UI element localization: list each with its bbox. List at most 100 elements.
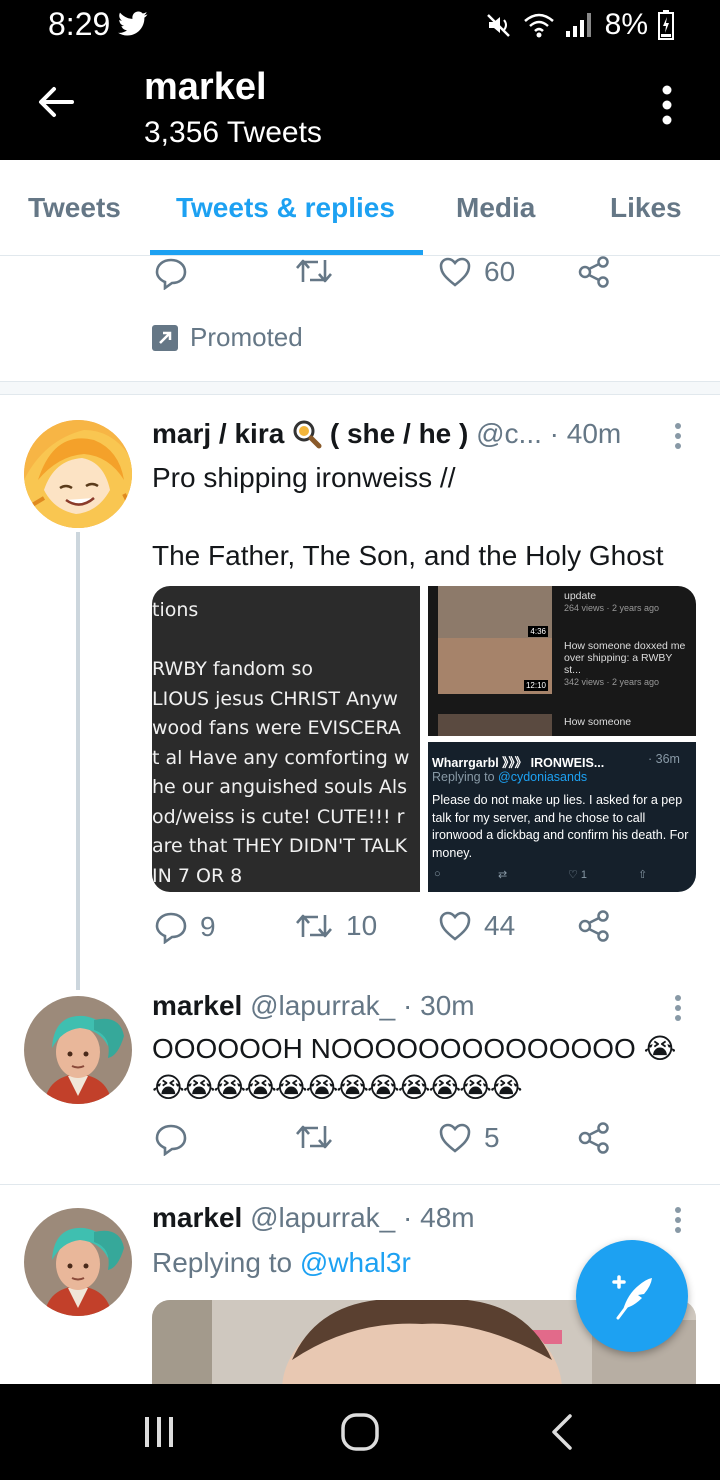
tab-media[interactable]: Media <box>456 192 535 224</box>
promoted-tweet-actions: 60 <box>152 256 632 306</box>
media-text-line: tions <box>152 599 199 621</box>
video-thumbnail: 12:10 <box>438 638 552 694</box>
retweet-count: 10 <box>346 910 378 941</box>
media-text-line: wood fans were EVISCERA <box>152 717 401 739</box>
media-text-line: RWBY fandom so <box>152 658 313 680</box>
home-icon[interactable] <box>340 1412 380 1452</box>
like-button[interactable]: 5 <box>438 1122 500 1154</box>
display-name[interactable]: markel <box>152 990 242 1021</box>
retweet-button[interactable] <box>294 1122 334 1152</box>
magnifier-emoji-icon <box>293 420 322 449</box>
recent-apps-icon[interactable] <box>142 1414 176 1450</box>
tweet-text-line: 😭😭😭😭😭😭😭😭😭😭😭😭 <box>152 1072 523 1103</box>
display-name[interactable]: markel <box>152 1202 242 1233</box>
share-button[interactable] <box>578 1122 610 1154</box>
tab-likes[interactable]: Likes <box>610 192 682 224</box>
tweet-media-grid[interactable]: tions RWBY fandom so LIOUS jesus CHRIST … <box>152 586 696 892</box>
share-button[interactable] <box>578 910 610 942</box>
quote-text: Please do not make up lies. I asked for … <box>432 793 689 860</box>
thread-connector <box>76 532 80 990</box>
tweet-text-line: The Father, The Son, and the Holy Ghost <box>152 540 664 571</box>
retweet-button[interactable] <box>294 256 334 286</box>
tab-tweets-and-replies[interactable]: Tweets & replies <box>176 192 395 224</box>
reply-count: 9 <box>200 911 216 942</box>
reply-icon <box>155 912 187 944</box>
profile-header: markel 3,356 Tweets <box>0 50 720 160</box>
status-time: 8:29 <box>48 6 111 42</box>
twitter-bird-icon <box>118 11 148 36</box>
share-icon <box>578 256 609 288</box>
avatar[interactable] <box>24 420 132 528</box>
retweet-button[interactable]: 10 <box>294 910 377 942</box>
overflow-menu-icon[interactable] <box>660 84 674 126</box>
video-thumbnail: 4:36 <box>438 586 552 640</box>
like-count: 5 <box>484 1122 500 1153</box>
share-icon <box>578 1122 609 1154</box>
share-button[interactable] <box>578 256 610 288</box>
like-icon <box>439 1123 471 1153</box>
tweet-time: · 48m <box>403 1202 475 1233</box>
tweet-menu-icon[interactable] <box>668 994 688 1022</box>
tweet-header: markel @lapurrak_ · 30m <box>152 990 475 1022</box>
replying-to-link[interactable]: @whal3r <box>300 1247 411 1278</box>
system-nav-bar <box>0 1384 720 1480</box>
active-tab-indicator <box>150 250 423 255</box>
retweet-icon <box>296 259 332 283</box>
like-icon <box>439 911 471 941</box>
quote-time: · 36m <box>648 752 680 766</box>
promoted-text: Promoted <box>190 322 303 352</box>
replying-to: Replying to @whal3r <box>152 1247 411 1278</box>
avatar[interactable] <box>24 996 132 1104</box>
reply-button[interactable]: 9 <box>154 910 216 944</box>
tab-tweets[interactable]: Tweets <box>28 192 121 224</box>
user-handle[interactable]: @lapurrak_ <box>250 1202 395 1233</box>
like-icon <box>439 257 471 287</box>
back-arrow-icon[interactable] <box>36 82 76 122</box>
mute-icon <box>486 14 510 37</box>
compose-tweet-icon <box>612 1275 652 1320</box>
like-count: 60 <box>484 256 516 287</box>
battery-percent: 8% <box>604 8 648 41</box>
promoted-icon <box>152 324 178 351</box>
tweet-time: · 30m <box>403 990 475 1021</box>
tweet-actions: 5 <box>152 1122 632 1172</box>
retweet-icon <box>296 1125 332 1149</box>
compose-tweet-button[interactable] <box>576 1240 688 1352</box>
video-row: 12:10 How someone doxxed me over shippin… <box>438 638 688 698</box>
user-handle[interactable]: @lapurrak_ <box>250 990 395 1021</box>
signal-icon <box>565 13 591 37</box>
share-icon <box>578 910 609 942</box>
tweet-actions: 9 10 44 <box>152 910 632 960</box>
like-button[interactable]: 60 <box>438 256 515 288</box>
media-text-line: he our anguished souls Als <box>152 776 408 798</box>
section-separator <box>0 381 720 395</box>
media-text-line: are that THEY DIDN'T TALK <box>152 835 408 857</box>
video-row: How someone <box>438 714 688 736</box>
nav-back-icon[interactable] <box>548 1412 576 1452</box>
media-image-video-list[interactable]: 4:36 update 264 views · 2 years ago 12:10… <box>428 586 696 736</box>
tweet-time: · 40m <box>549 418 622 449</box>
user-handle[interactable]: @c... <box>476 418 542 449</box>
reply-icon <box>155 258 187 290</box>
tweet-text-line: Pro shipping ironweiss // <box>152 462 456 493</box>
tweet-header: markel @lapurrak_ · 48m <box>152 1202 475 1234</box>
media-text-line: t al Have any comforting w <box>152 746 410 769</box>
display-name-suffix: ( she / he ) <box>329 418 469 449</box>
media-text-line: IN 7 OR 8 <box>152 864 243 887</box>
media-image-quote-screenshot[interactable]: Wharrgarbl 》》》 IRONWEIS... · 36m Replyin… <box>428 742 696 892</box>
promoted-label[interactable]: Promoted <box>152 322 303 353</box>
status-bar: 8:29 8% <box>0 0 720 50</box>
tweet-header: marj / kira ( she / he ) @c... · 40m <box>152 418 621 450</box>
reply-icon <box>155 1124 187 1156</box>
display-name[interactable]: marj / kira <box>152 418 284 449</box>
reply-button[interactable] <box>154 1122 188 1156</box>
tweet-menu-icon[interactable] <box>668 1206 688 1234</box>
like-button[interactable]: 44 <box>438 910 515 942</box>
reply-button[interactable] <box>154 256 188 290</box>
media-text-line <box>152 626 420 656</box>
tweet-menu-icon[interactable] <box>668 422 688 450</box>
like-count: 44 <box>484 910 516 941</box>
wifi-icon <box>523 13 554 38</box>
media-image-text-screenshot[interactable]: tions RWBY fandom so LIOUS jesus CHRIST … <box>152 586 420 892</box>
avatar[interactable] <box>24 1208 132 1316</box>
